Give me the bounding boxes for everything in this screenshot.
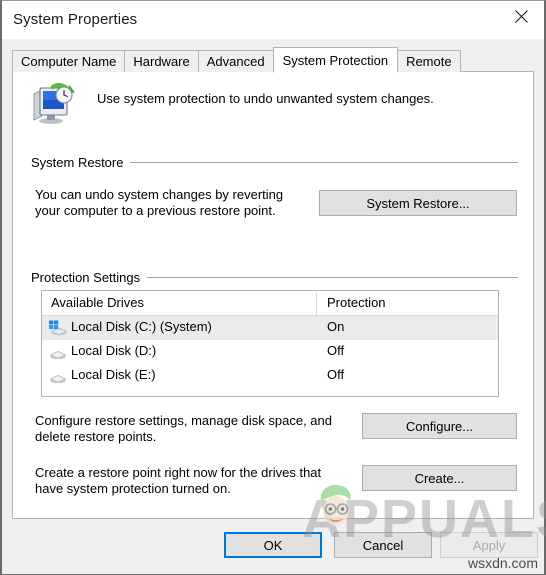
tab-hardware[interactable]: Hardware <box>124 50 199 72</box>
ok-button[interactable]: OK <box>224 532 322 558</box>
configure-description: Configure restore settings, manage disk … <box>35 413 333 444</box>
site-credit: wsxdn.com <box>467 555 538 571</box>
column-divider <box>316 293 317 315</box>
cancel-button[interactable]: Cancel <box>334 532 432 558</box>
table-row[interactable]: Local Disk (D:) Off <box>42 340 498 364</box>
tab-system-protection[interactable]: System Protection <box>272 47 399 73</box>
drive-name: Local Disk (D:) <box>71 343 157 358</box>
tab-computer-name[interactable]: Computer Name <box>12 50 126 72</box>
drive-protection-status: Off <box>327 367 345 382</box>
create-button[interactable]: Create... <box>362 465 517 491</box>
window-title: System Properties <box>13 11 138 28</box>
drive-name: Local Disk (C:) (System) <box>71 319 212 334</box>
drive-protection-status: Off <box>327 343 345 358</box>
configure-button[interactable]: Configure... <box>362 413 517 439</box>
group-label-system-restore: System Restore <box>31 155 131 170</box>
close-icon[interactable] <box>498 1 544 31</box>
drive-protection-status: On <box>327 319 345 334</box>
drive-icon <box>49 351 67 360</box>
system-protection-panel: Use system protection to undo unwanted s… <box>12 71 534 519</box>
column-header-available-drives[interactable]: Available Drives <box>51 295 144 310</box>
panel-header: Use system protection to undo unwanted s… <box>31 81 521 131</box>
title-bar: System Properties <box>2 1 544 39</box>
panel-header-caption: Use system protection to undo unwanted s… <box>97 91 434 106</box>
system-properties-dialog: System Properties Computer Name Hardware… <box>0 0 546 575</box>
table-row[interactable]: Local Disk (C:) (System) On <box>42 316 498 340</box>
dialog-footer: OK Cancel Apply <box>2 519 544 574</box>
drive-name: Local Disk (E:) <box>71 367 156 382</box>
group-label-protection-settings: Protection Settings <box>31 270 148 285</box>
system-restore-button[interactable]: System Restore... <box>319 190 517 216</box>
table-row[interactable]: Local Disk (E:) Off <box>42 364 498 388</box>
system-protection-icon <box>33 83 75 124</box>
drive-icon <box>49 375 67 384</box>
close-glyph <box>514 9 528 23</box>
table-header-row: Available Drives Protection <box>42 291 498 316</box>
column-header-protection[interactable]: Protection <box>327 295 386 310</box>
system-drive-icon <box>49 320 67 336</box>
tab-strip: Computer Name Hardware Advanced System P… <box>12 47 461 73</box>
create-description: Create a restore point right now for the… <box>35 465 322 496</box>
tab-remote[interactable]: Remote <box>397 50 461 72</box>
available-drives-table[interactable]: Available Drives Protection Local Disk (… <box>41 290 499 397</box>
tab-advanced[interactable]: Advanced <box>197 50 274 72</box>
system-restore-description: You can undo system changes by reverting… <box>35 187 284 218</box>
